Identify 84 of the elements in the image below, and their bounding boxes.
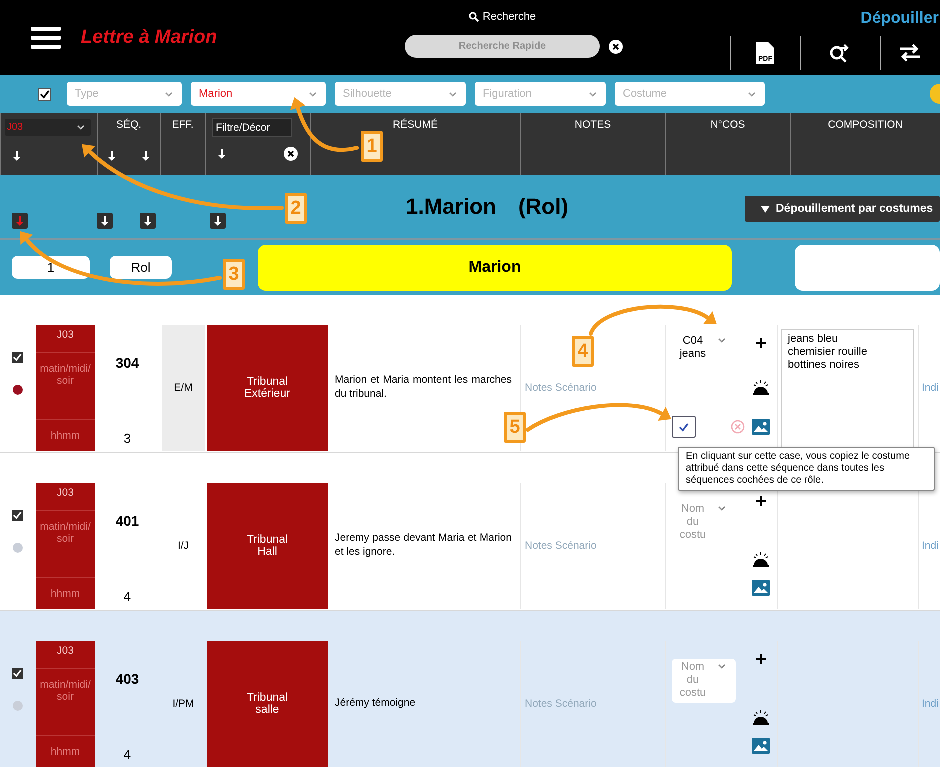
search-icon: [468, 12, 479, 22]
copy-checkbox[interactable]: [672, 416, 696, 438]
clear-icon[interactable]: [284, 147, 298, 161]
role-name-field[interactable]: Marion: [258, 244, 732, 290]
decor-card: Tribunal Hall: [207, 483, 328, 609]
document-title: Lettre à Marion: [81, 26, 218, 48]
sort-button[interactable]: [210, 213, 226, 229]
callout-number: 2: [285, 193, 307, 224]
image-icon[interactable]: [752, 419, 770, 435]
column-header[interactable]: N°COS: [666, 119, 790, 131]
decor-filter-field[interactable]: Filtre/Décor: [212, 118, 292, 137]
down-arrow-icon[interactable]: [218, 149, 226, 159]
callout-number: 4: [572, 336, 594, 367]
mode-title: Dépouiller: [860, 10, 939, 28]
day-card: J03 matin/midi/soir hhmm: [36, 325, 95, 451]
tooltip: En cliquant sur cette case, vous copiez le costume attribué dans cette séquence dans toutes les séquences cochées de ce rôle.: [678, 447, 935, 491]
row-checkbox[interactable]: [12, 352, 23, 363]
check-icon: [13, 669, 22, 678]
bell-icon[interactable]: [753, 378, 769, 395]
plus-icon[interactable]: [756, 654, 766, 664]
bell-icon[interactable]: [753, 551, 769, 568]
down-arrow-icon: [16, 216, 24, 226]
menu-icon[interactable]: [31, 26, 61, 48]
effect-cell: E/M: [162, 325, 205, 451]
swap-icon[interactable]: [899, 43, 922, 63]
check-icon: [13, 353, 22, 362]
check-icon: [40, 90, 50, 98]
day-card: J03 matin/midi/soir hhmm: [36, 641, 95, 767]
sequence-count: 3: [124, 431, 132, 446]
row-checkbox[interactable]: [12, 510, 23, 521]
chevron-icon[interactable]: [77, 125, 85, 130]
image-icon[interactable]: [752, 738, 770, 754]
sequence-number: 401: [116, 513, 140, 529]
column-header[interactable]: NOTES: [521, 119, 665, 131]
search-icon[interactable]: [829, 43, 852, 63]
column-text: Indi: [922, 382, 939, 394]
row-checkbox[interactable]: [12, 668, 23, 679]
sequence-number: 304: [116, 355, 140, 371]
sequence-count: 4: [124, 589, 132, 604]
role-title: 1.Marion: [406, 194, 496, 220]
decor-card: Tribunal salle: [207, 641, 328, 767]
bell-icon[interactable]: [753, 709, 769, 726]
input-field[interactable]: [795, 244, 940, 290]
caret-icon: [761, 206, 770, 212]
search-label: Recherche: [482, 11, 536, 23]
plus-icon[interactable]: [756, 496, 766, 506]
column-header[interactable]: COMPOSITION: [791, 119, 940, 131]
filter-dropdown[interactable]: Marion: [191, 82, 326, 106]
down-arrow-icon: [101, 216, 109, 226]
day-card: J03 matin/midi/soir hhmm: [36, 483, 95, 609]
sort-button[interactable]: [97, 213, 113, 229]
column-text: Indi: [922, 698, 939, 710]
down-arrow-icon[interactable]: [142, 151, 150, 161]
down-arrow-icon: [214, 216, 222, 226]
effect-cell-text: I/PM: [172, 697, 196, 712]
column-header[interactable]: EFF.: [161, 119, 205, 131]
callout-number: 1: [361, 131, 383, 162]
summary-text: Marion et Maria montent les marches du tribunal.: [335, 374, 512, 402]
callout-number: 3: [223, 259, 245, 290]
image-icon[interactable]: [752, 580, 770, 596]
annotation-arrow: [290, 98, 359, 152]
role-type-field[interactable]: Rol: [110, 256, 172, 279]
sequence-row[interactable]: J03 matin/midi/soir hhmm 403 4 I/PM Tribunal salle Jérémy témoigne Notes Scénario Nom du costu Indi: [0, 611, 940, 767]
column-text: Indi: [922, 540, 939, 552]
plus-icon[interactable]: [756, 338, 766, 348]
sequence-number: 403: [116, 671, 140, 687]
down-arrow-icon: [144, 216, 152, 226]
callout-number: 5: [504, 412, 526, 443]
check-icon: [13, 511, 22, 520]
column-header[interactable]: SÉQ.: [98, 119, 160, 131]
costume-breakdown-button[interactable]: Dépouillement par costumes: [745, 196, 940, 222]
summary-text: Jérémy témoigne: [335, 697, 416, 711]
down-arrow-icon[interactable]: [13, 151, 21, 161]
column-header[interactable]: RÉSUMÉ: [311, 119, 520, 131]
effect-cell-text: I/J: [176, 539, 190, 554]
summary-text: Jeremy passe devant Maria et Marion et les ignore.: [335, 532, 512, 560]
decor-card: Tribunal Extérieur: [207, 325, 328, 451]
sort-button[interactable]: [140, 213, 156, 229]
select-all-checkbox[interactable]: [38, 88, 51, 100]
clear-icon[interactable]: [609, 40, 623, 54]
role-type: (Rol): [518, 194, 569, 220]
sequence-count: 4: [124, 747, 132, 762]
down-arrow-icon[interactable]: [108, 151, 116, 161]
check-icon: [679, 422, 689, 432]
